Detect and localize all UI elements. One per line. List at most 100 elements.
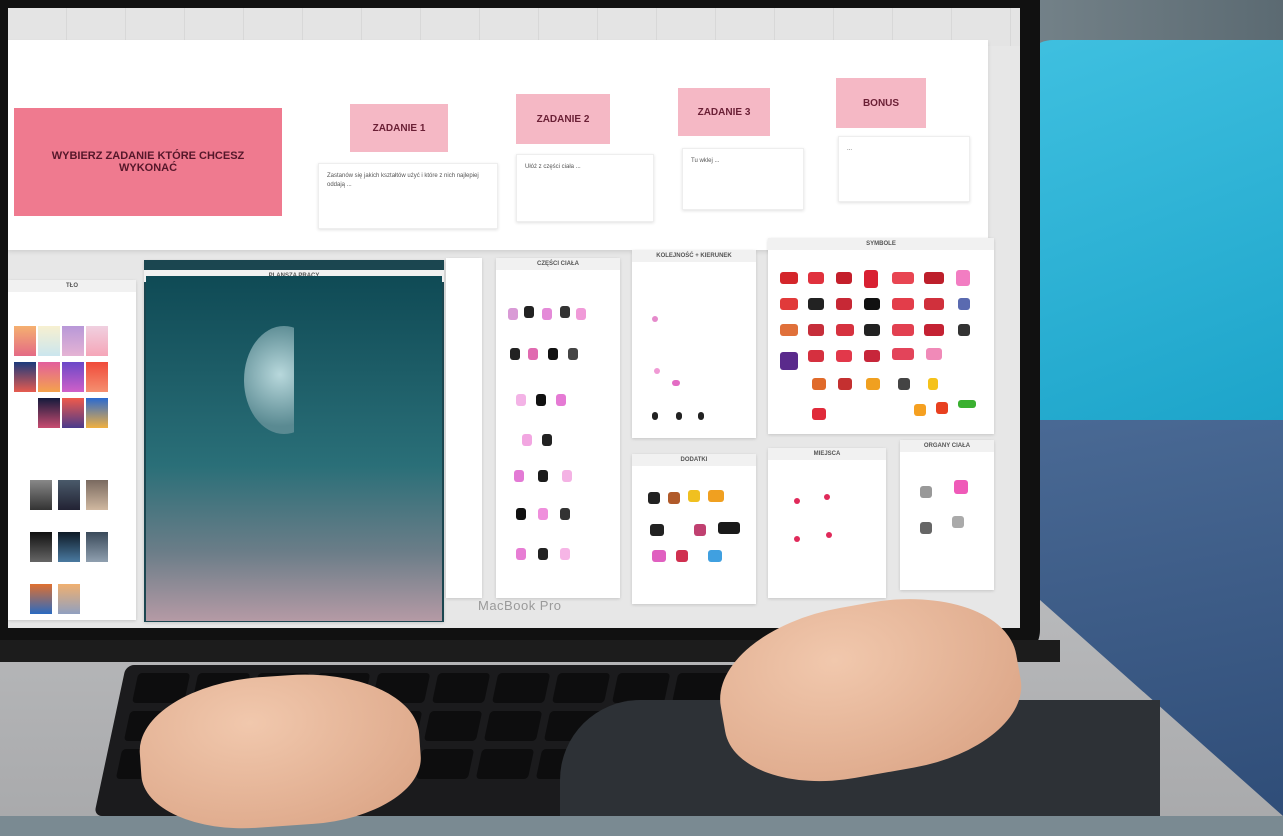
accessory-sticker[interactable] (708, 490, 724, 502)
organ-sticker[interactable] (920, 522, 932, 534)
symbol-sticker[interactable] (836, 350, 852, 362)
task-1-tag[interactable]: ZADANIE 1 (350, 104, 448, 152)
bg-thumb[interactable] (62, 362, 84, 392)
bg-thumb[interactable] (38, 362, 60, 392)
body-part-sticker[interactable] (522, 434, 532, 446)
symbol-sticker[interactable] (892, 298, 914, 310)
organ-sticker[interactable] (920, 486, 932, 498)
symbol-sticker[interactable] (864, 350, 880, 362)
symbol-sticker[interactable] (808, 324, 824, 336)
symbol-sticker[interactable] (958, 298, 970, 310)
key[interactable] (415, 749, 475, 779)
symbol-sticker[interactable] (864, 298, 880, 310)
organ-sticker[interactable] (954, 480, 968, 494)
symbol-sticker[interactable] (956, 270, 970, 286)
direction-sticker[interactable] (652, 316, 658, 322)
bg-thumb[interactable] (30, 480, 52, 510)
symbol-sticker[interactable] (914, 404, 926, 416)
bg-thumb[interactable] (30, 584, 52, 614)
direction-sticker[interactable] (652, 412, 658, 420)
symbol-sticker[interactable] (808, 272, 824, 284)
symbol-sticker[interactable] (892, 324, 914, 336)
symbol-sticker[interactable] (926, 348, 942, 360)
key[interactable] (475, 749, 535, 779)
symbol-sticker[interactable] (836, 298, 852, 310)
key[interactable] (483, 711, 543, 741)
key[interactable] (423, 711, 483, 741)
body-part-sticker[interactable] (568, 348, 578, 360)
symbol-sticker[interactable] (892, 272, 914, 284)
body-part-sticker[interactable] (524, 306, 534, 318)
bg-thumb[interactable] (86, 398, 108, 428)
body-part-sticker[interactable] (560, 306, 570, 318)
task-3-tag[interactable]: ZADANIE 3 (678, 88, 770, 136)
direction-sticker[interactable] (672, 380, 680, 386)
place-marker[interactable] (824, 494, 830, 500)
bg-thumb[interactable] (62, 398, 84, 428)
symbol-sticker[interactable] (864, 270, 878, 288)
place-marker[interactable] (794, 498, 800, 504)
direction-sticker[interactable] (676, 412, 682, 420)
direction-sticker[interactable] (698, 412, 704, 420)
body-part-sticker[interactable] (556, 394, 566, 406)
key[interactable] (551, 673, 611, 703)
body-part-sticker[interactable] (542, 434, 552, 446)
symbol-sticker[interactable] (924, 298, 944, 310)
symbol-sticker[interactable] (928, 378, 938, 390)
symbol-sticker[interactable] (780, 298, 798, 310)
symbol-sticker[interactable] (780, 324, 798, 336)
symbol-sticker[interactable] (838, 378, 852, 390)
bg-thumb[interactable] (86, 480, 108, 510)
bg-thumb[interactable] (62, 326, 84, 356)
bg-thumb[interactable] (58, 480, 80, 510)
body-part-sticker[interactable] (548, 348, 558, 360)
symbol-sticker[interactable] (780, 352, 798, 370)
bg-thumb[interactable] (86, 532, 108, 562)
key[interactable] (611, 673, 671, 703)
body-part-sticker[interactable] (562, 470, 572, 482)
symbol-sticker[interactable] (836, 324, 854, 336)
body-part-sticker[interactable] (542, 308, 552, 320)
accessory-sticker[interactable] (688, 490, 700, 502)
symbol-sticker[interactable] (924, 324, 944, 336)
body-part-sticker[interactable] (510, 348, 520, 360)
symbol-sticker[interactable] (780, 272, 798, 284)
symbol-sticker[interactable] (864, 324, 880, 336)
body-part-sticker[interactable] (528, 348, 538, 360)
body-part-sticker[interactable] (516, 394, 526, 406)
symbol-sticker[interactable] (958, 324, 970, 336)
accessory-sticker[interactable] (708, 550, 722, 562)
symbol-sticker[interactable] (898, 378, 910, 390)
body-part-sticker[interactable] (576, 308, 586, 320)
workspace-image[interactable] (146, 276, 442, 621)
bg-thumb[interactable] (14, 362, 36, 392)
accessory-sticker[interactable] (648, 492, 660, 504)
accessory-sticker[interactable] (668, 492, 680, 504)
place-marker[interactable] (826, 532, 832, 538)
bg-thumb[interactable] (86, 326, 108, 356)
bg-thumb[interactable] (38, 398, 60, 428)
symbol-sticker[interactable] (812, 378, 826, 390)
body-part-sticker[interactable] (560, 548, 570, 560)
symbol-sticker[interactable] (866, 378, 880, 390)
body-part-sticker[interactable] (514, 470, 524, 482)
symbol-sticker[interactable] (808, 350, 824, 362)
accessory-sticker[interactable] (650, 524, 664, 536)
task-2-tag[interactable]: ZADANIE 2 (516, 94, 610, 144)
accessory-sticker[interactable] (718, 522, 740, 534)
direction-sticker[interactable] (654, 368, 660, 374)
symbol-sticker[interactable] (892, 348, 914, 360)
body-part-sticker[interactable] (508, 308, 518, 320)
bonus-tag[interactable]: BONUS (836, 78, 926, 128)
symbol-sticker[interactable] (808, 298, 824, 310)
bg-thumb[interactable] (38, 326, 60, 356)
bg-thumb[interactable] (58, 532, 80, 562)
organ-sticker[interactable] (952, 516, 964, 528)
body-part-sticker[interactable] (538, 508, 548, 520)
body-part-sticker[interactable] (538, 548, 548, 560)
symbol-sticker[interactable] (836, 272, 852, 284)
body-part-sticker[interactable] (516, 508, 526, 520)
accessory-sticker[interactable] (694, 524, 706, 536)
body-part-sticker[interactable] (560, 508, 570, 520)
bg-thumb[interactable] (58, 584, 80, 614)
